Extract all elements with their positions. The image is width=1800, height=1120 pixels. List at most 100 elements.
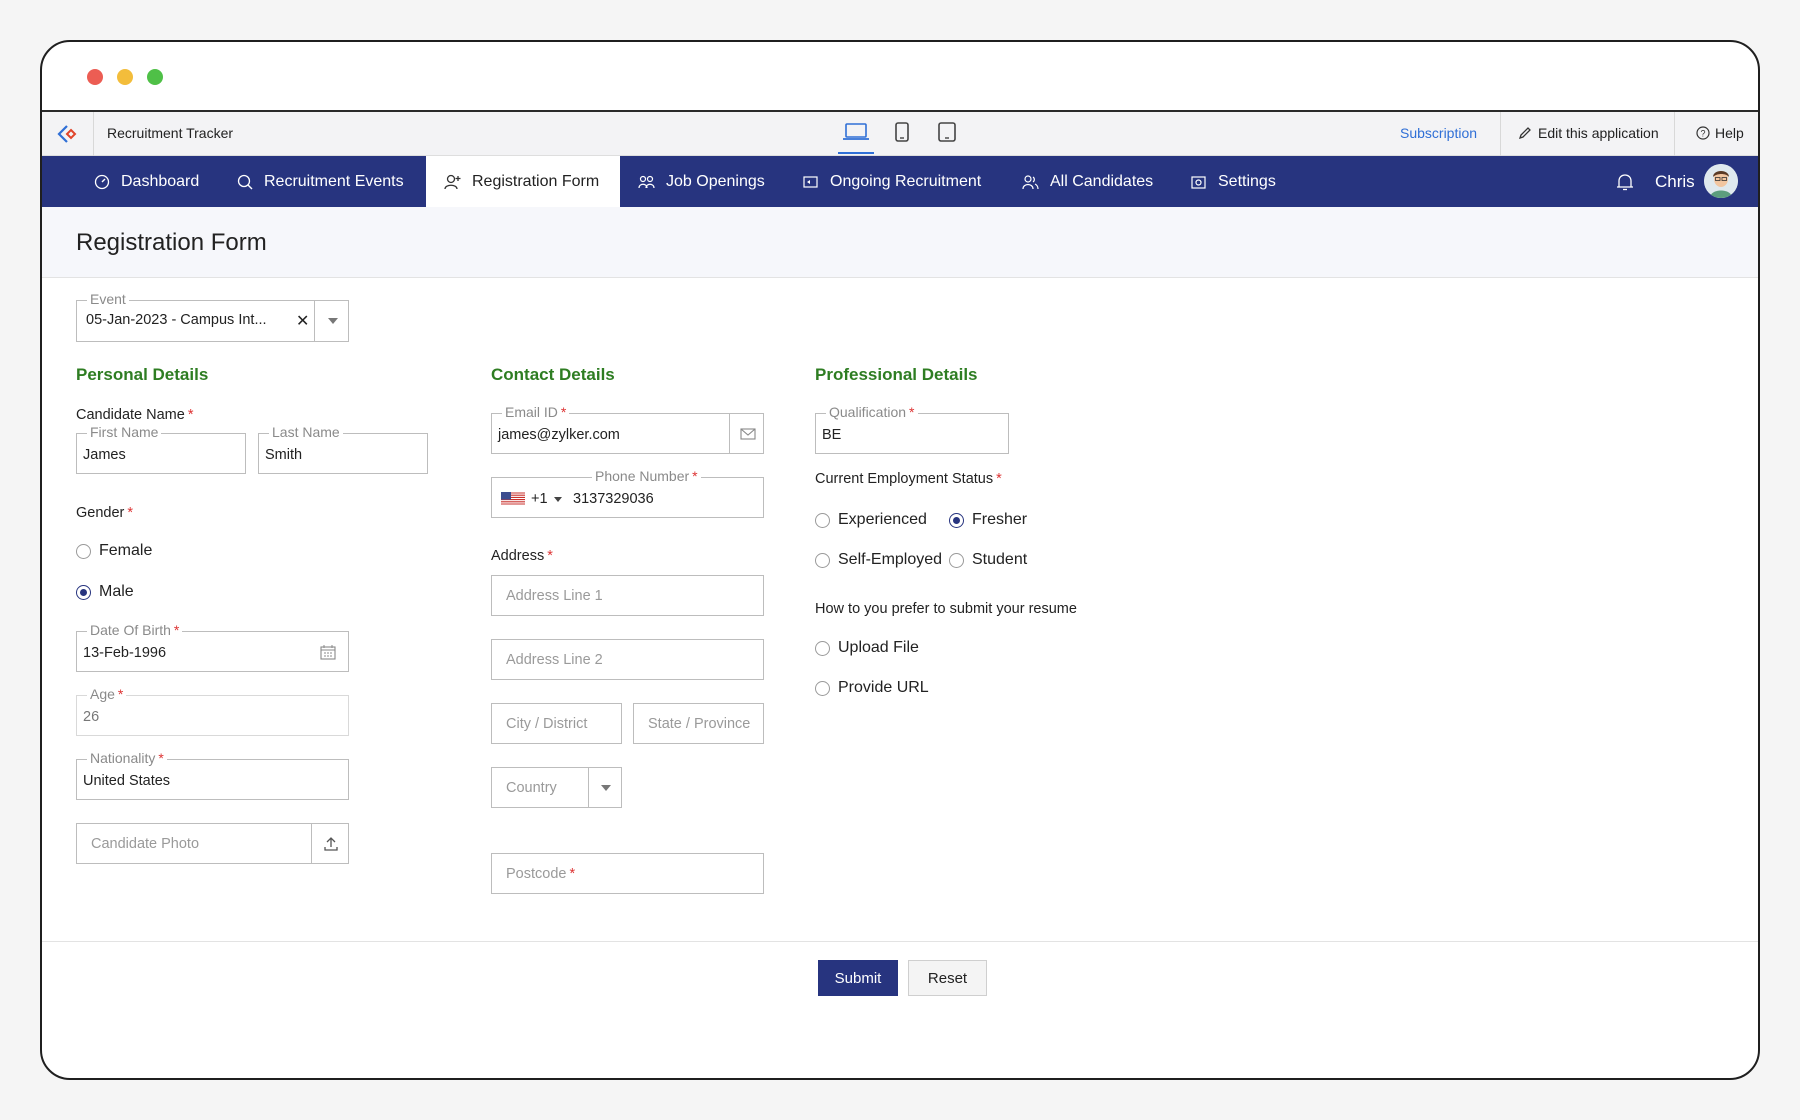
tablet-view-icon[interactable] xyxy=(937,122,957,145)
radio-circle xyxy=(76,543,91,559)
event-label: Event xyxy=(87,291,129,307)
radio-label: Male xyxy=(99,583,134,600)
nationality-field[interactable]: Nationality * United States xyxy=(76,750,349,800)
toolbar-divider xyxy=(1500,112,1501,156)
submit-button[interactable]: Submit xyxy=(818,960,898,996)
main-navigation: Dashboard Recruitment Events Registratio… xyxy=(42,156,1758,207)
country-placeholder: Country xyxy=(506,780,557,796)
minimize-window-dot[interactable] xyxy=(117,69,133,85)
nav-item-recruitment-events[interactable]: Recruitment Events xyxy=(237,156,404,207)
app-title: Recruitment Tracker xyxy=(107,125,234,141)
email-button[interactable] xyxy=(729,414,765,453)
resume-provide-url-radio[interactable]: Provide URL xyxy=(815,679,929,697)
event-select[interactable]: Event 05-Jan-2023 - Campus Int... ✕ xyxy=(76,291,350,342)
nav-item-dashboard[interactable]: Dashboard xyxy=(94,156,199,207)
gender-female-radio[interactable]: Female xyxy=(76,542,152,560)
employment-self-employed-radio[interactable]: Self-Employed xyxy=(815,551,942,569)
qualification-value: BE xyxy=(822,427,842,443)
employment-student-radio[interactable]: Student xyxy=(949,551,1027,569)
upload-button[interactable] xyxy=(311,824,350,863)
resume-upload-file-radio[interactable]: Upload File xyxy=(815,639,919,657)
employment-experienced-radio[interactable]: Experienced xyxy=(815,511,927,529)
state-input[interactable]: State / Province xyxy=(633,703,764,744)
subscription-link[interactable]: Subscription xyxy=(1400,125,1477,141)
pencil-icon xyxy=(1518,127,1531,140)
country-dropdown-button[interactable] xyxy=(588,768,623,807)
chevron-down-icon xyxy=(553,496,562,502)
required-marker: * xyxy=(547,548,553,564)
nav-item-ongoing-recruitment[interactable]: Ongoing Recruitment xyxy=(802,156,981,207)
nav-item-registration-form[interactable]: Registration Form xyxy=(426,156,620,207)
radio-circle-selected xyxy=(76,584,91,600)
nav-item-job-openings[interactable]: Job Openings xyxy=(638,156,765,207)
help-button[interactable]: ? Help xyxy=(1696,125,1744,141)
nav-item-label: All Candidates xyxy=(1050,172,1154,190)
upload-icon xyxy=(324,836,338,851)
notification-bell-icon[interactable] xyxy=(1616,172,1634,197)
close-window-dot[interactable] xyxy=(87,69,103,85)
address-line-1-placeholder: Address Line 1 xyxy=(506,588,603,604)
city-placeholder: City / District xyxy=(506,716,588,732)
professional-details-heading: Professional Details xyxy=(815,365,978,384)
required-marker: * xyxy=(560,404,567,420)
edit-application-label: Edit this application xyxy=(1538,125,1659,141)
mail-icon xyxy=(739,427,756,440)
radio-circle xyxy=(949,552,964,568)
radio-label: Fresher xyxy=(972,511,1028,528)
chevron-down-icon xyxy=(327,318,338,324)
candidate-name-label: Candidate Name * xyxy=(76,407,193,423)
maximize-window-dot[interactable] xyxy=(147,69,163,85)
qualification-label: Qualification * xyxy=(826,404,918,420)
page-header: Registration Form xyxy=(42,207,1758,278)
resume-preference-label: How to you prefer to submit your resume xyxy=(815,601,1077,617)
sync-icon xyxy=(803,175,818,188)
app-logo-icon[interactable] xyxy=(42,112,94,156)
city-input[interactable]: City / District xyxy=(491,703,622,744)
nav-item-label: Job Openings xyxy=(666,172,765,190)
radio-label: Female xyxy=(99,542,153,559)
dashboard-icon xyxy=(94,174,110,189)
last-name-field[interactable]: Last Name Smith xyxy=(258,424,428,474)
reset-button[interactable]: Reset xyxy=(908,960,987,996)
candidate-photo-field[interactable]: Candidate Photo xyxy=(76,823,349,864)
first-name-field[interactable]: First Name James xyxy=(76,424,246,474)
calendar-icon[interactable] xyxy=(320,645,336,664)
postcode-placeholder-text: Postcode xyxy=(506,866,567,882)
mobile-view-icon[interactable] xyxy=(894,122,910,145)
event-dropdown-button[interactable] xyxy=(314,301,350,341)
email-field[interactable]: Email ID * james@zylker.com xyxy=(491,404,765,454)
dob-label-text: Date Of Birth xyxy=(90,622,171,638)
gender-male-radio[interactable]: Male xyxy=(76,583,134,601)
country-code-select[interactable]: +1 xyxy=(501,491,562,507)
candidate-name-text: Candidate Name xyxy=(76,407,185,423)
phone-number-field[interactable]: Phone Number * +1 3137329036 xyxy=(491,468,764,518)
employment-status-label: Current Employment Status * xyxy=(815,471,1002,487)
edit-application-button[interactable]: Edit this application xyxy=(1518,125,1659,141)
address-line-1-input[interactable]: Address Line 1 xyxy=(491,575,764,616)
desktop-view-icon[interactable] xyxy=(838,122,874,154)
nationality-value: United States xyxy=(83,773,171,789)
avatar[interactable] xyxy=(1704,164,1738,198)
window-titlebar xyxy=(42,42,1758,112)
required-marker: * xyxy=(569,866,576,882)
radio-label: Upload File xyxy=(838,639,919,656)
address-line-2-input[interactable]: Address Line 2 xyxy=(491,639,764,680)
chevron-down-icon xyxy=(601,784,611,791)
age-value: 26 xyxy=(83,709,100,725)
employment-fresher-radio[interactable]: Fresher xyxy=(949,511,1027,529)
user-name[interactable]: Chris xyxy=(1655,172,1695,192)
required-marker: * xyxy=(909,404,915,420)
date-of-birth-field[interactable]: Date Of Birth * 13-Feb-1996 xyxy=(76,622,349,672)
nav-item-settings[interactable]: Settings xyxy=(1190,156,1276,207)
email-label-text: Email ID xyxy=(505,404,558,420)
app-toolbar: Recruitment Tracker Subscription Edit th… xyxy=(42,112,1758,156)
nav-item-all-candidates[interactable]: All Candidates xyxy=(1022,156,1153,207)
clear-icon[interactable]: ✕ xyxy=(296,311,309,331)
form-footer-divider xyxy=(42,941,1758,942)
settings-icon xyxy=(1191,175,1206,189)
country-select[interactable]: Country xyxy=(491,767,622,808)
qualification-field[interactable]: Qualification * BE xyxy=(815,404,1009,454)
postcode-input[interactable]: Postcode * xyxy=(491,853,764,894)
age-label-text: Age xyxy=(90,686,115,702)
nav-item-label: Ongoing Recruitment xyxy=(830,172,982,190)
